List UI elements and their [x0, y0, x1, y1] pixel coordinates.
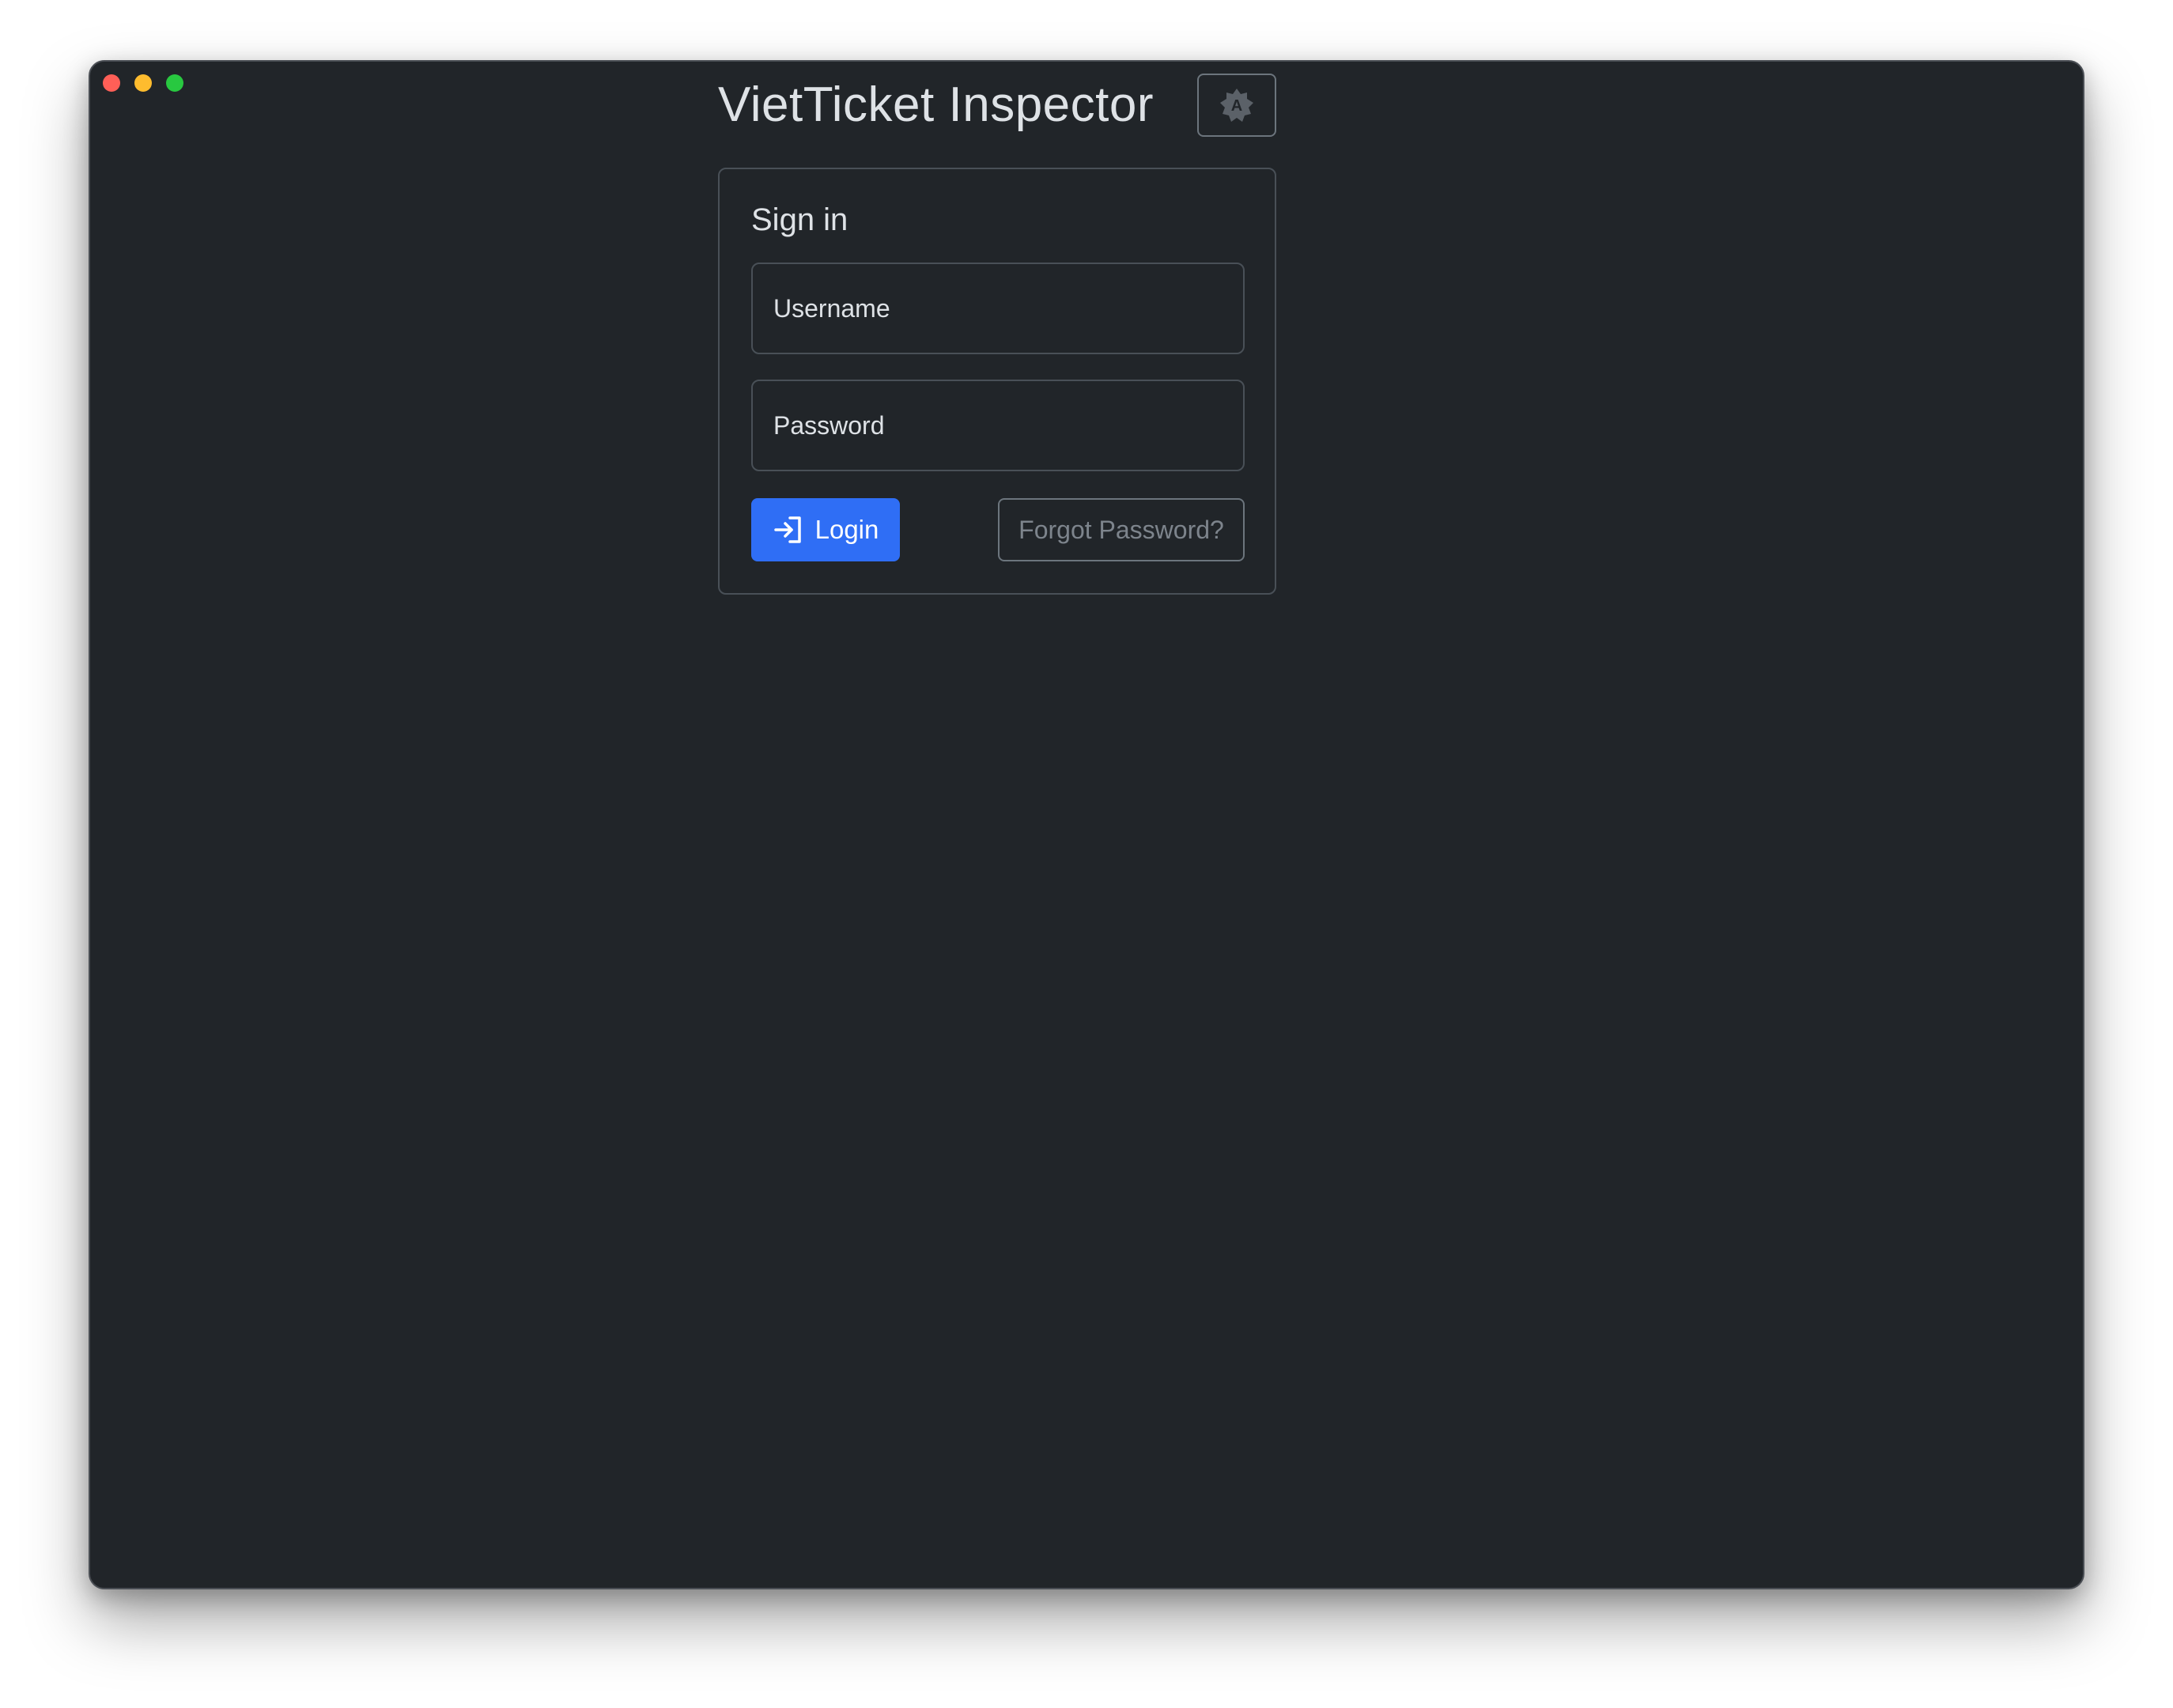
password-input[interactable] — [751, 380, 1245, 471]
close-window-button[interactable] — [103, 74, 120, 92]
auto-theme-icon: A — [1219, 87, 1255, 123]
login-label: Login — [814, 515, 879, 544]
login-arrow-icon — [773, 513, 806, 546]
zoom-window-button[interactable] — [166, 74, 183, 92]
theme-toggle-button[interactable]: A — [1197, 74, 1276, 137]
signin-card: Sign in Login Forgot Password? — [718, 168, 1276, 595]
signin-title: Sign in — [751, 202, 848, 237]
window-controls — [103, 74, 183, 92]
minimize-window-button[interactable] — [134, 74, 152, 92]
forgot-password-label: Forgot Password? — [1018, 515, 1224, 544]
login-button[interactable]: Login — [751, 498, 900, 561]
app-header: VietTicket Inspector A — [718, 73, 1276, 138]
forgot-password-button[interactable]: Forgot Password? — [998, 498, 1245, 561]
svg-text:A: A — [1231, 97, 1242, 115]
username-input[interactable] — [751, 263, 1245, 354]
app-title: VietTicket Inspector — [718, 77, 1155, 132]
